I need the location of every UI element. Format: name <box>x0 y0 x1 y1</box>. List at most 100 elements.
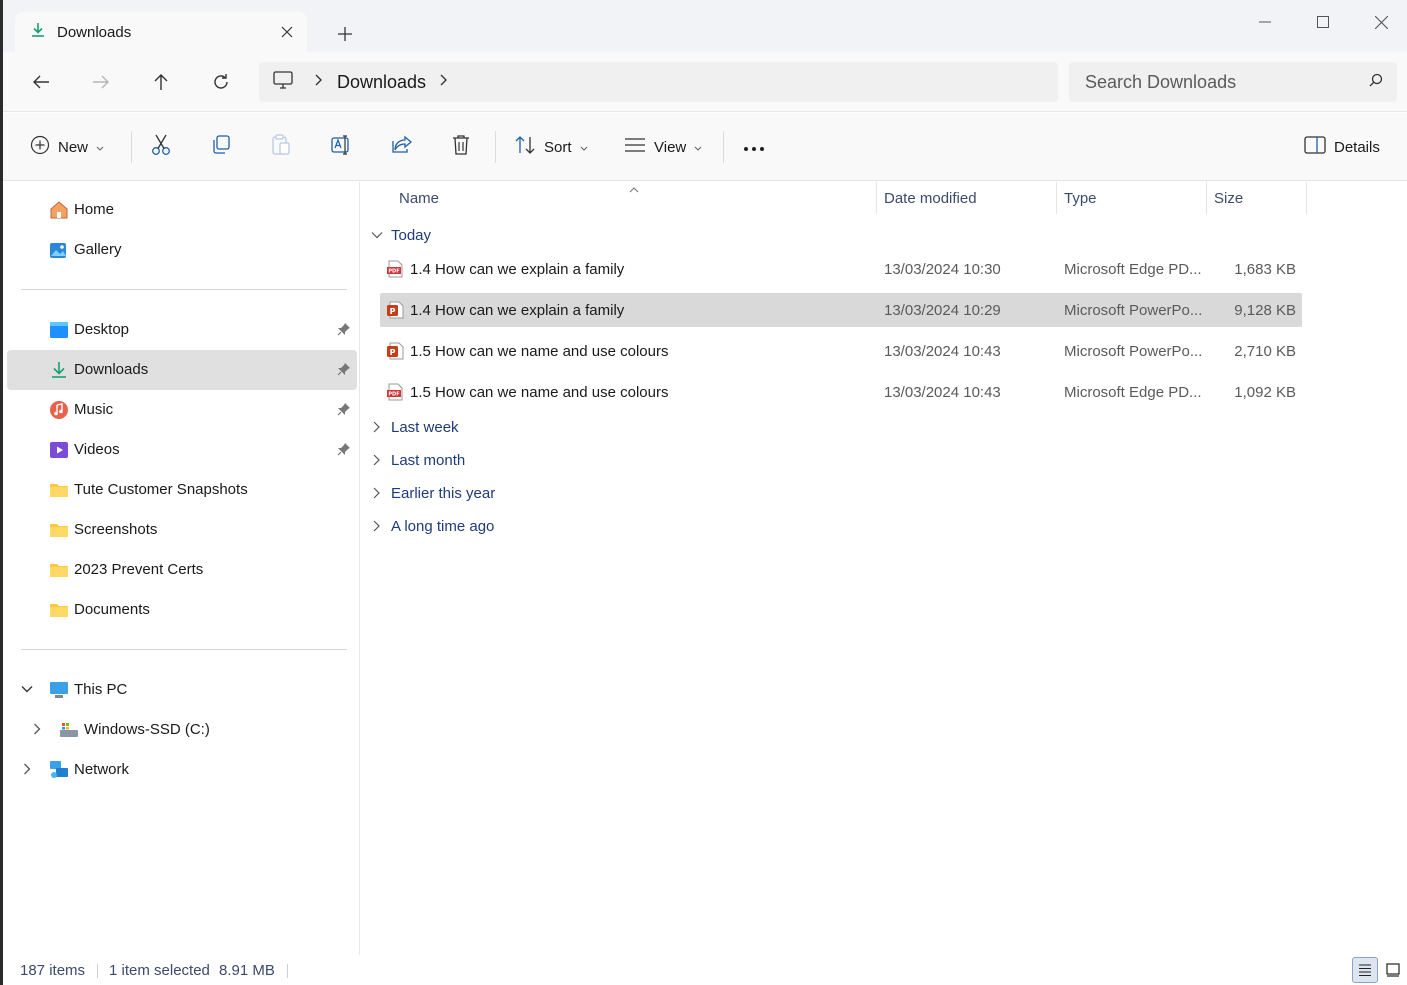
delete-button[interactable] <box>451 131 471 163</box>
sidebar-item-windows-ssd[interactable]: Windows-SSD (C:) <box>7 710 357 750</box>
refresh-button[interactable] <box>201 66 241 98</box>
sidebar-item-label: Downloads <box>74 361 149 378</box>
pin-icon[interactable] <box>337 322 351 340</box>
group-last-week[interactable]: Last week <box>371 414 459 440</box>
trash-icon <box>451 134 471 160</box>
sidebar-item-label: Music <box>74 401 114 418</box>
selection-count: 1 item selected <box>109 962 210 979</box>
pin-icon[interactable] <box>337 442 351 460</box>
download-icon <box>49 360 69 380</box>
pin-icon[interactable] <box>337 402 351 420</box>
group-last-month[interactable]: Last month <box>371 447 465 473</box>
column-label: Name <box>399 189 440 207</box>
sidebar-item-videos[interactable]: Videos <box>7 430 357 470</box>
file-size: 1,683 KB <box>1234 261 1296 278</box>
search-icon[interactable] <box>1369 73 1383 92</box>
chevron-right-icon <box>371 421 385 433</box>
file-name: 1.4 How can we explain a family <box>410 302 625 319</box>
copy-button[interactable] <box>211 131 231 163</box>
close-tab-icon[interactable] <box>275 20 299 44</box>
svg-text:P: P <box>390 307 396 316</box>
search-input[interactable]: Search Downloads <box>1069 62 1397 102</box>
svg-text:PDF: PDF <box>388 392 399 398</box>
item-count: 187 items <box>20 962 86 979</box>
sidebar-item-label: This PC <box>74 681 128 698</box>
chevron-right-icon[interactable] <box>315 73 323 91</box>
desktop-icon <box>49 320 69 340</box>
sidebar-item-tute-customer-snapshots[interactable]: Tute Customer Snapshots <box>7 470 357 510</box>
column-divider[interactable] <box>1056 182 1057 214</box>
sort-button[interactable]: Sort <box>514 131 588 163</box>
group-earlier-this-year[interactable]: Earlier this year <box>371 480 495 506</box>
sidebar-item-home[interactable]: Home <box>7 190 357 230</box>
more-options-button[interactable] <box>743 131 765 163</box>
chevron-right-icon[interactable] <box>31 722 43 739</box>
column-header-name[interactable]: Name <box>399 182 439 214</box>
details-pane-button[interactable]: Details <box>1304 131 1380 163</box>
chevron-right-icon[interactable] <box>21 762 33 779</box>
divider <box>21 289 347 290</box>
group-a-long-time-ago[interactable]: A long time ago <box>371 513 494 539</box>
file-row[interactable]: PDF 1.4 How can we explain a family 13/0… <box>380 252 1302 286</box>
group-label: Last month <box>391 451 466 469</box>
rename-button[interactable] <box>331 131 353 163</box>
sidebar-item-downloads[interactable]: Downloads <box>7 350 357 390</box>
breadcrumb-downloads[interactable]: Downloads <box>337 72 426 93</box>
paste-icon <box>271 134 291 160</box>
column-divider[interactable] <box>1306 182 1307 214</box>
navigation-pane: Home Gallery Desktop Downloads Music Vid… <box>3 182 360 955</box>
up-button[interactable] <box>141 66 181 98</box>
breadcrumb[interactable]: Downloads <box>259 62 1058 102</box>
this-pc-monitor-icon[interactable] <box>273 70 293 94</box>
file-type: Microsoft PowerPo... <box>1064 302 1203 319</box>
sidebar-item-2023-prevent-certs[interactable]: 2023 Prevent Certs <box>7 550 357 590</box>
column-header-date-modified[interactable]: Date modified <box>884 182 977 214</box>
tiles-view-button[interactable] <box>1380 957 1406 983</box>
file-row[interactable]: P 1.5 How can we name and use colours 13… <box>380 334 1302 368</box>
column-header-size[interactable]: Size <box>1214 182 1243 214</box>
chevron-down-icon[interactable] <box>21 682 33 699</box>
column-divider[interactable] <box>876 182 877 214</box>
file-row-selected[interactable]: P 1.4 How can we explain a family 13/03/… <box>380 293 1302 327</box>
minimize-button[interactable] <box>1237 8 1293 36</box>
maximize-button[interactable] <box>1295 8 1351 36</box>
title-bar: Downloads <box>3 0 1407 52</box>
sidebar-item-this-pc[interactable]: This PC <box>7 670 357 710</box>
column-label: Type <box>1064 189 1097 207</box>
sidebar-item-music[interactable]: Music <box>7 390 357 430</box>
tab-downloads[interactable]: Downloads <box>15 12 307 52</box>
column-divider[interactable] <box>1206 182 1207 214</box>
file-size: 2,710 KB <box>1234 343 1296 360</box>
details-view-button[interactable] <box>1352 957 1378 983</box>
close-window-button[interactable] <box>1353 8 1407 36</box>
group-today[interactable]: Today <box>371 222 431 248</box>
sidebar-item-label: Screenshots <box>74 521 158 538</box>
sidebar-item-network[interactable]: Network <box>7 750 357 790</box>
column-label: Date modified <box>884 189 977 207</box>
sidebar-item-documents[interactable]: Documents <box>7 590 357 630</box>
view-lines-icon <box>624 137 646 157</box>
new-tab-button[interactable] <box>329 20 361 48</box>
chevron-right-icon[interactable] <box>440 73 448 91</box>
chevron-right-icon <box>371 454 385 466</box>
column-header-type[interactable]: Type <box>1064 182 1097 214</box>
download-icon <box>29 21 47 44</box>
details-view-icon <box>1359 964 1371 977</box>
pin-icon[interactable] <box>337 362 351 380</box>
ellipsis-icon <box>743 139 765 156</box>
share-button[interactable] <box>391 131 413 163</box>
sidebar-item-desktop[interactable]: Desktop <box>7 310 357 350</box>
sidebar-item-gallery[interactable]: Gallery <box>7 230 357 270</box>
status-bar: 187 items 1 item selected 8.91 MB <box>3 955 1407 985</box>
file-date: 13/03/2024 10:29 <box>884 302 1001 319</box>
file-row[interactable]: PDF 1.5 How can we name and use colours … <box>380 375 1302 409</box>
paste-button[interactable] <box>271 131 291 163</box>
cut-button[interactable] <box>151 131 171 163</box>
new-button[interactable]: New <box>30 131 104 163</box>
powerpoint-icon: P <box>386 301 404 319</box>
back-button[interactable] <box>21 66 61 98</box>
view-button[interactable]: View <box>624 131 702 163</box>
forward-button[interactable] <box>81 66 121 98</box>
sidebar-item-label: Gallery <box>74 241 122 258</box>
sidebar-item-screenshots[interactable]: Screenshots <box>7 510 357 550</box>
